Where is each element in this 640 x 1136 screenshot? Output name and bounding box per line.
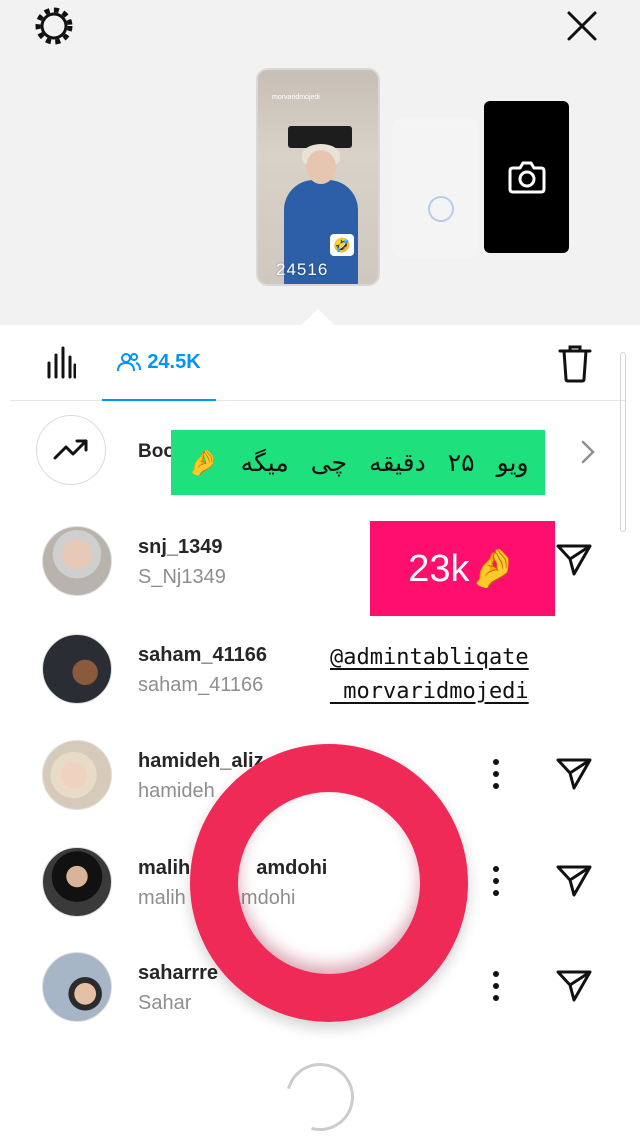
tab-viewers[interactable]: 24.5K: [102, 325, 216, 401]
sticker-word: میگه: [240, 448, 289, 477]
next-story-circle: [428, 196, 454, 222]
send-icon[interactable]: [554, 863, 594, 899]
viewer-username[interactable]: saharrre: [138, 962, 218, 985]
ring-sticker: [190, 744, 468, 1022]
trash-icon[interactable]: [556, 343, 594, 383]
viewer-username[interactable]: snj_1349: [138, 536, 223, 559]
avatar[interactable]: [42, 952, 112, 1022]
mention-line-1: @admintabliqate: [330, 645, 529, 670]
viewer-full-name: saham_41166: [138, 674, 264, 696]
thumbnail-emoji: 🤣: [330, 234, 354, 256]
sticker-word: 🤌: [187, 447, 219, 477]
thumbnail-views: 24516: [276, 260, 329, 279]
chevron-right-icon: [578, 439, 598, 465]
viewer-full-name: S_Nj1349: [138, 566, 226, 588]
avatar[interactable]: [42, 740, 112, 810]
story-thumbnail[interactable]: morvaridmojedi 🤣 24516: [256, 68, 380, 286]
more-icon[interactable]: [486, 756, 506, 792]
mention-line-2: _morvaridmojedi: [330, 679, 529, 704]
sheet-pointer: [302, 309, 334, 325]
send-icon[interactable]: [554, 542, 594, 578]
avatar[interactable]: [42, 847, 112, 917]
close-icon[interactable]: [560, 4, 604, 48]
add-story-camera-button[interactable]: [484, 101, 569, 253]
sticker-word: ویو: [496, 448, 529, 477]
viewer-tabs: 24.5K: [10, 325, 626, 401]
pink-sticker-text: 23k🤌: [408, 547, 517, 590]
viewer-full-name: Sahar: [138, 992, 192, 1014]
viewer-full-name: hamideh: [138, 780, 215, 802]
avatar[interactable]: [42, 634, 112, 704]
sticker-word: دقیقه: [369, 448, 426, 477]
trending-icon: [36, 415, 106, 485]
viewer-username[interactable]: hamideh_aliz: [138, 750, 264, 773]
sticker-word: ۲۵: [447, 448, 475, 477]
camera-icon: [508, 161, 545, 194]
viewer-username[interactable]: saham_41166: [138, 644, 267, 667]
viewer-row[interactable]: saham_41166 saham_41166: [10, 630, 626, 710]
insights-icon[interactable]: [46, 345, 77, 379]
viewer-username-start: malih: [138, 857, 191, 879]
thumbnail-username: morvaridmojedi: [272, 94, 320, 101]
green-text-sticker: ویو ۲۵ دقیقه چی میگه 🤌: [171, 430, 545, 495]
viewer-full-name-start: malih: [138, 887, 186, 909]
send-icon[interactable]: [554, 756, 594, 792]
boost-label: Boo: [138, 441, 175, 462]
more-icon[interactable]: [486, 968, 506, 1004]
viewers-icon: [117, 353, 142, 372]
avatar[interactable]: [42, 526, 112, 596]
send-icon[interactable]: [554, 968, 594, 1004]
thumbnail-person-head: [306, 150, 336, 184]
next-story-thumbnail[interactable]: [392, 118, 478, 258]
pink-text-sticker: 23k🤌: [370, 521, 555, 616]
viewers-count: 24.5K: [147, 350, 201, 373]
more-icon[interactable]: [486, 863, 506, 899]
gear-icon[interactable]: [32, 4, 76, 48]
mention-sticker: @admintabliqate _morvaridmojedi: [330, 641, 529, 709]
sticker-word: چی: [310, 448, 348, 477]
